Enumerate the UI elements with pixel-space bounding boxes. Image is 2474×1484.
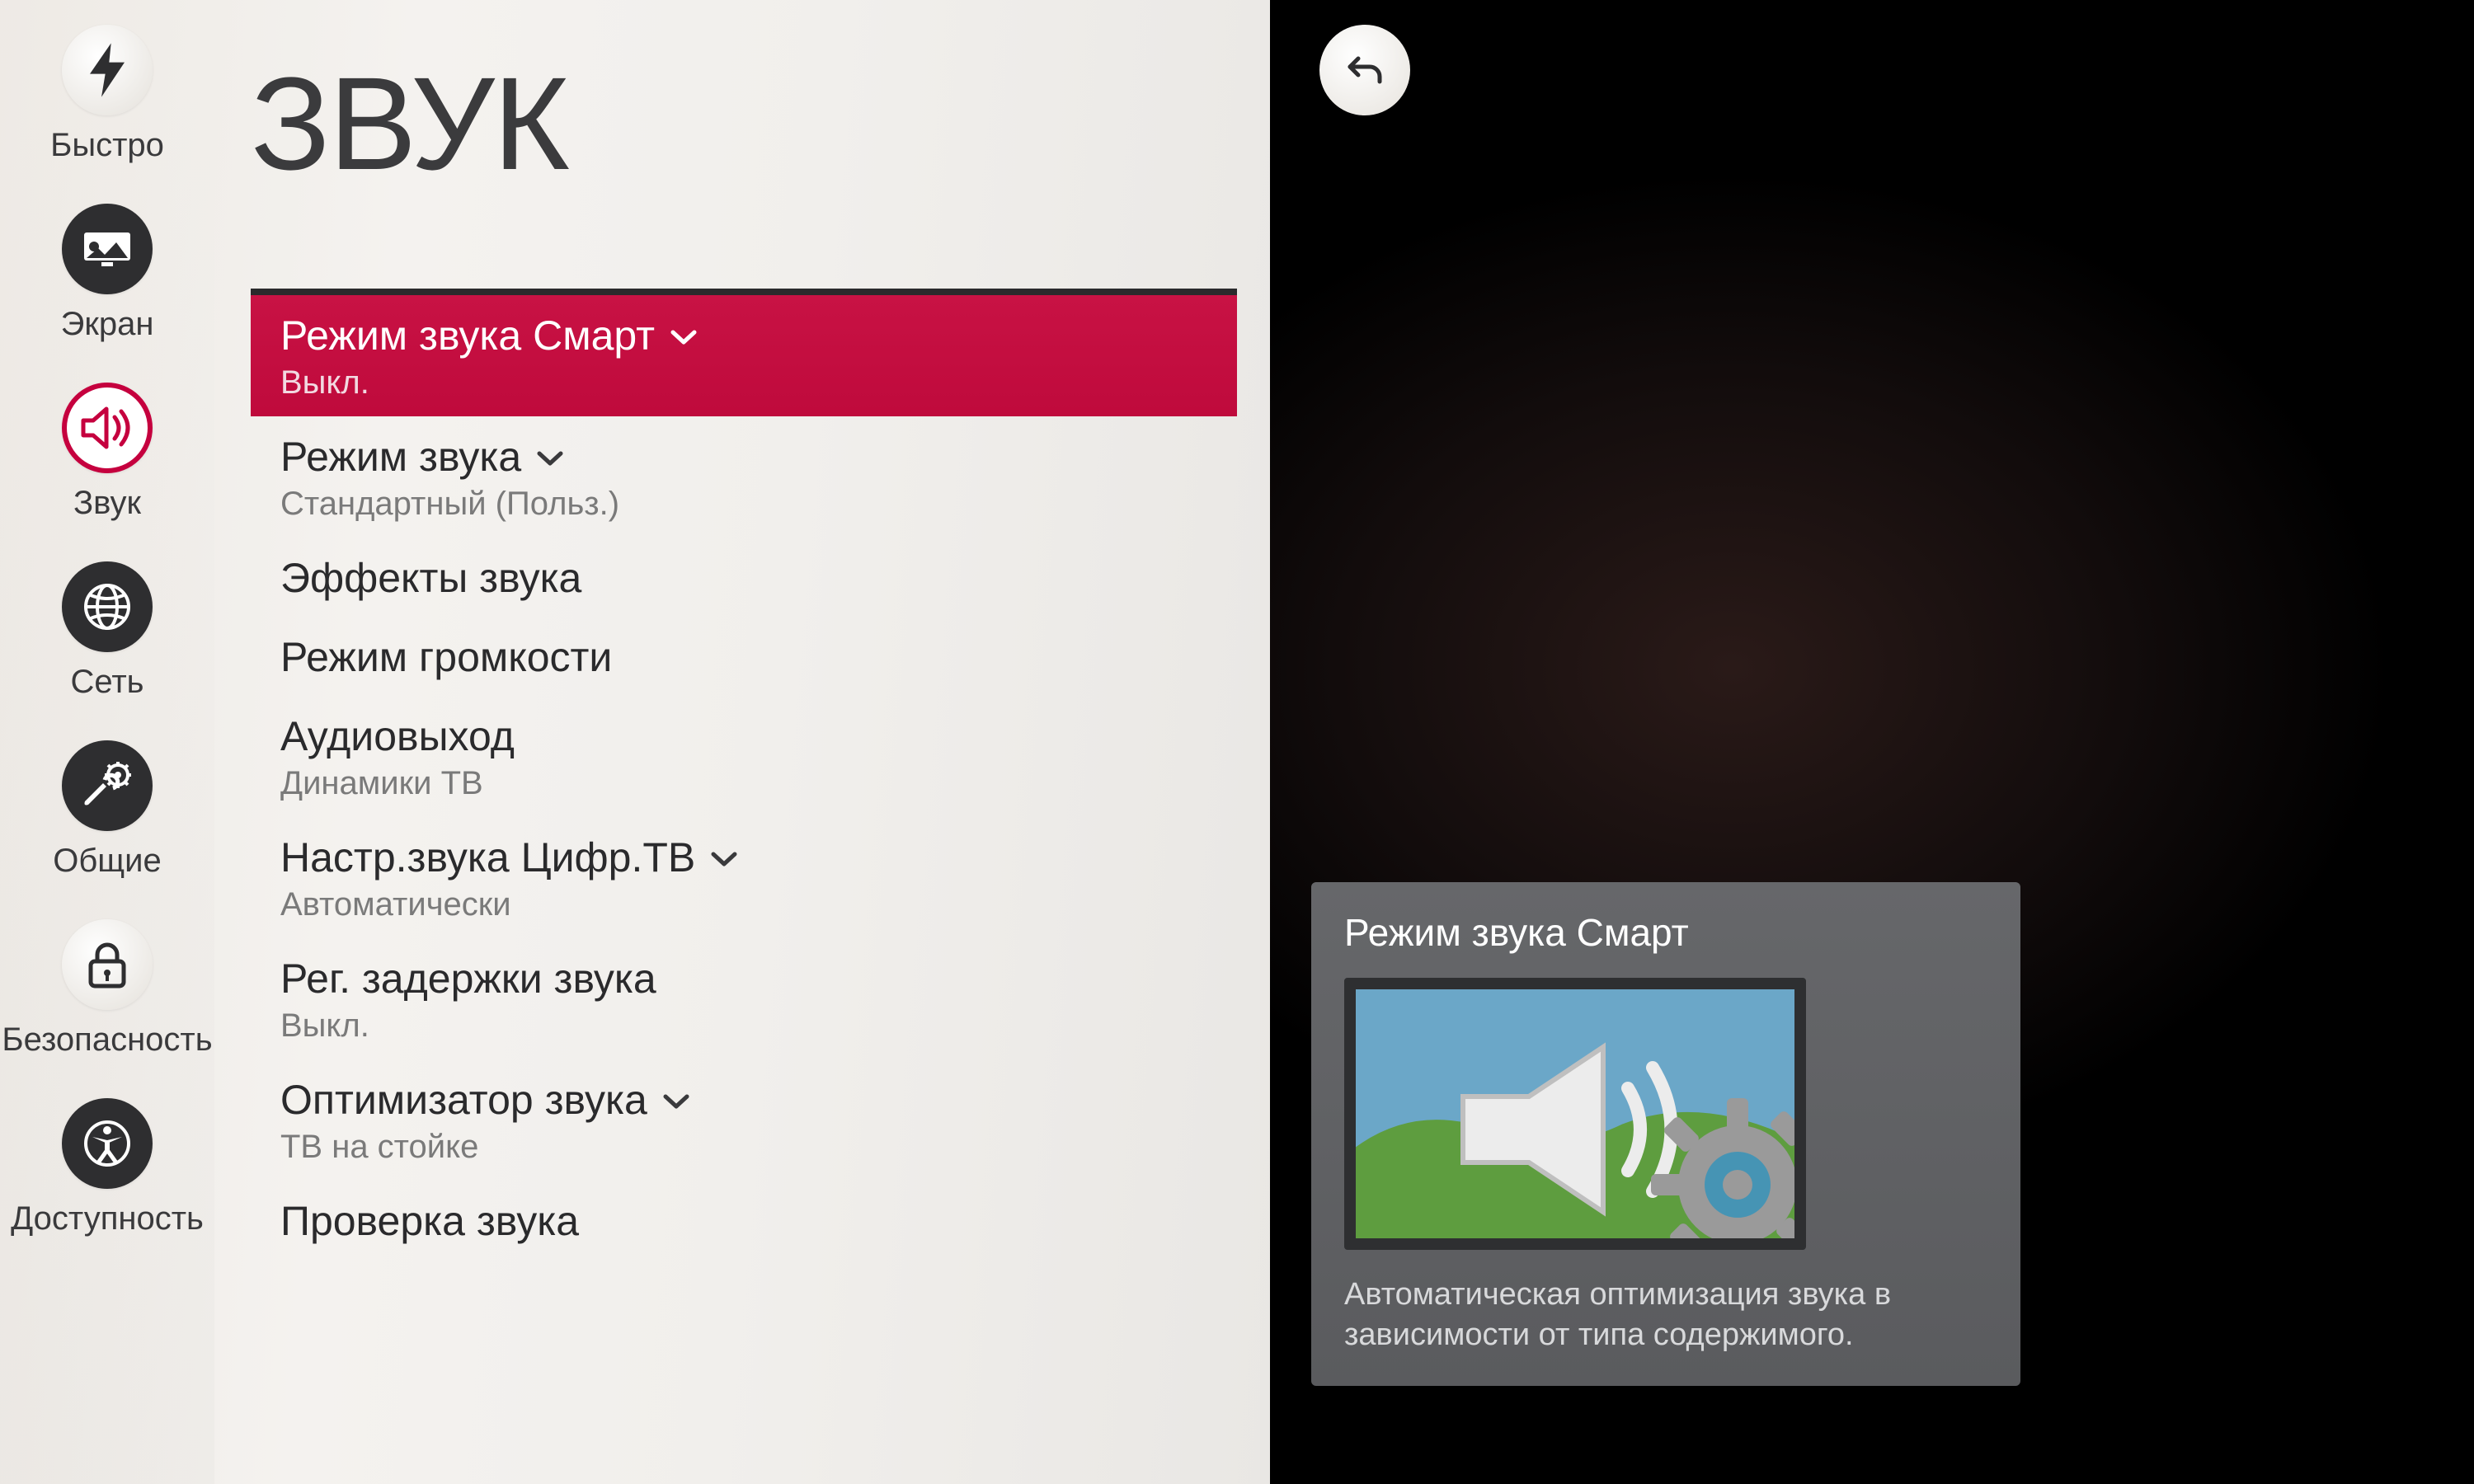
menu-item-title: Рег. задержки звука xyxy=(280,955,656,1003)
accessibility-icon xyxy=(62,1098,153,1189)
menu-item-sub: Динамики ТВ xyxy=(280,765,1207,802)
sidebar-item-label: Быстро xyxy=(50,127,164,164)
settings-panel: Быстро Экран Звук Сеть Общие xyxy=(0,0,1270,1484)
menu-item[interactable]: Оптимизатор звука ТВ на стойке xyxy=(251,1059,1237,1181)
menu-item[interactable]: Настр.звука Цифр.ТВ Автоматически xyxy=(251,817,1237,938)
menu-item[interactable]: Аудиовыход Динамики ТВ xyxy=(251,696,1237,817)
sidebar-item-quick[interactable]: Быстро xyxy=(0,25,214,164)
menu-item-title: Проверка звука xyxy=(280,1197,579,1245)
chevron-down-icon xyxy=(710,850,738,868)
menu-item-sub: Автоматически xyxy=(280,886,1207,923)
sound-icon xyxy=(62,383,153,473)
screen-icon xyxy=(62,204,153,294)
settings-content: ЗВУК Режим звука Смарт Выкл. Режим звука Ст… xyxy=(214,0,1270,1484)
menu-list: Режим звука Смарт Выкл. Режим звука Стандар… xyxy=(251,295,1237,1260)
menu-item-sub: ТВ на стойке xyxy=(280,1129,1207,1166)
divider xyxy=(251,289,1237,295)
settings-sidebar: Быстро Экран Звук Сеть Общие xyxy=(0,0,214,1484)
menu-item-title: Режим звука xyxy=(280,433,521,481)
info-card-title: Режим звука Смарт xyxy=(1344,910,1987,955)
menu-item-title: Режим звука Смарт xyxy=(280,312,655,359)
lock-icon xyxy=(62,919,153,1010)
sidebar-item-sound[interactable]: Звук xyxy=(0,383,214,522)
chevron-down-icon xyxy=(670,328,698,346)
menu-item[interactable]: Режим звука Стандартный (Польз.) xyxy=(251,416,1237,538)
menu-item[interactable]: Эффекты звука xyxy=(251,538,1237,617)
menu-item[interactable]: Рег. задержки звука Выкл. xyxy=(251,938,1237,1059)
sidebar-item-security[interactable]: Безопасность xyxy=(0,919,214,1059)
menu-item-title: Оптимизатор звука xyxy=(280,1076,647,1124)
sidebar-item-network[interactable]: Сеть xyxy=(0,561,214,701)
menu-item-title: Режим громкости xyxy=(280,633,612,681)
chevron-down-icon xyxy=(536,449,564,467)
page-title: ЗВУК xyxy=(251,58,1237,190)
sidebar-item-label: Доступность xyxy=(11,1200,204,1237)
sidebar-item-label: Безопасность xyxy=(2,1021,212,1059)
menu-item-title: Эффекты звука xyxy=(280,554,581,602)
sidebar-item-label: Сеть xyxy=(71,664,144,701)
menu-item-title: Настр.звука Цифр.ТВ xyxy=(280,834,695,881)
menu-item-title: Аудиовыход xyxy=(280,712,515,760)
sidebar-item-general[interactable]: Общие xyxy=(0,740,214,880)
chevron-down-icon xyxy=(662,1092,690,1111)
info-card: Режим звука Смарт xyxy=(1311,882,2020,1386)
menu-item[interactable]: Режим громкости xyxy=(251,617,1237,696)
gear-icon xyxy=(1643,1090,1806,1250)
menu-item-sub: Выкл. xyxy=(280,1007,1207,1045)
menu-item-sub: Выкл. xyxy=(280,364,1207,402)
sidebar-item-screen[interactable]: Экран xyxy=(0,204,214,343)
lightning-icon xyxy=(62,25,153,115)
sidebar-item-accessibility[interactable]: Доступность xyxy=(0,1098,214,1237)
sidebar-item-label: Звук xyxy=(73,485,141,522)
menu-item[interactable]: Режим звука Смарт Выкл. xyxy=(251,295,1237,416)
globe-icon xyxy=(62,561,153,652)
sidebar-item-label: Экран xyxy=(61,306,154,343)
info-card-illustration xyxy=(1344,978,1806,1250)
menu-item-sub: Стандартный (Польз.) xyxy=(280,486,1207,523)
wrench-gear-icon xyxy=(62,740,153,831)
info-card-description: Автоматическая оптимизация звука в завис… xyxy=(1344,1275,1987,1356)
back-button[interactable] xyxy=(1319,25,1410,115)
sidebar-item-label: Общие xyxy=(53,843,162,880)
menu-item[interactable]: Проверка звука xyxy=(251,1181,1237,1260)
back-icon xyxy=(1342,47,1388,93)
